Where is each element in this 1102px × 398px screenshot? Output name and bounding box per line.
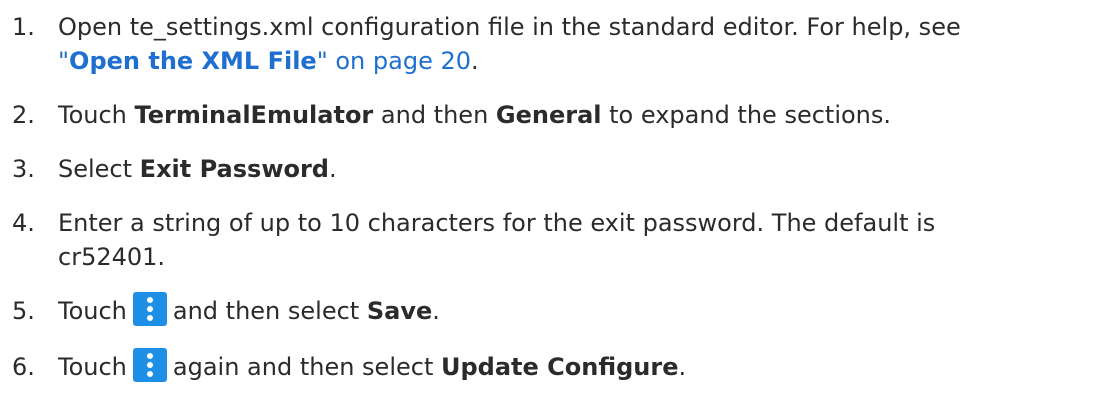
step-number: 2. — [12, 101, 35, 129]
step-number: 3. — [12, 155, 35, 183]
step-number: 5. — [12, 297, 35, 325]
step-number: 1. — [12, 13, 35, 41]
step-6-pre: Touch — [58, 353, 127, 381]
step-2-post: to expand the sections. — [601, 101, 892, 129]
step-6-post: . — [678, 353, 687, 381]
step-6-mid: again and then select — [172, 353, 441, 381]
step-2-term-terminal-emulator: TerminalEmulator — [134, 101, 374, 129]
step-5-pre: Touch — [58, 297, 127, 325]
step-3-post: . — [329, 155, 337, 183]
step-2-pre: Touch — [58, 101, 135, 129]
vertical-ellipsis-menu-icon — [132, 348, 167, 382]
xref-link-open-xml-file[interactable]: "Open the XML File" on page 20 — [58, 47, 471, 75]
step-4-line-1: Enter a string of up to 10 characters fo… — [58, 209, 936, 237]
step-5-term-save: Save — [366, 297, 433, 325]
step-3-term-exit-password: Exit Password — [139, 155, 329, 183]
step-5-mid: and then select — [172, 297, 367, 325]
step-6-term-update-configure: Update Configure — [441, 353, 679, 381]
step-1-line-1: Open te_settings.xml configuration file … — [58, 13, 961, 41]
step-2-term-general: General — [495, 101, 602, 129]
step-text: Touch again and then select Update Config… — [58, 348, 687, 384]
vertical-ellipsis-menu-icon — [132, 292, 167, 326]
step-1-period: . — [471, 47, 479, 75]
link-quote: " — [58, 47, 70, 75]
step-5-post: . — [432, 297, 440, 325]
step-number: 6. — [12, 353, 35, 381]
step-4-line-2: cr52401. — [58, 243, 166, 271]
link-title: Open the XML File — [69, 47, 317, 75]
step-text: Select Exit Password. — [58, 152, 337, 186]
step-text: Touch TerminalEmulator and then General … — [58, 98, 891, 132]
step-2-mid: and then — [373, 101, 496, 129]
procedure-steps: 1. Open te_settings.xml configuration fi… — [0, 0, 1102, 398]
step-text: Touch and then select Save. — [58, 292, 440, 328]
step-1-line-2: "Open the XML File" on page 20. — [58, 44, 961, 78]
step-4: 4. Enter a string of up to 10 characters… — [12, 206, 1092, 274]
step-text: Open te_settings.xml configuration file … — [58, 10, 961, 78]
step-1: 1. Open te_settings.xml configuration fi… — [12, 10, 1092, 78]
step-number: 4. — [12, 209, 35, 237]
step-text: Enter a string of up to 10 characters fo… — [58, 206, 935, 274]
link-page-ref: " on page 20 — [316, 47, 472, 75]
step-3-pre: Select — [58, 155, 140, 183]
